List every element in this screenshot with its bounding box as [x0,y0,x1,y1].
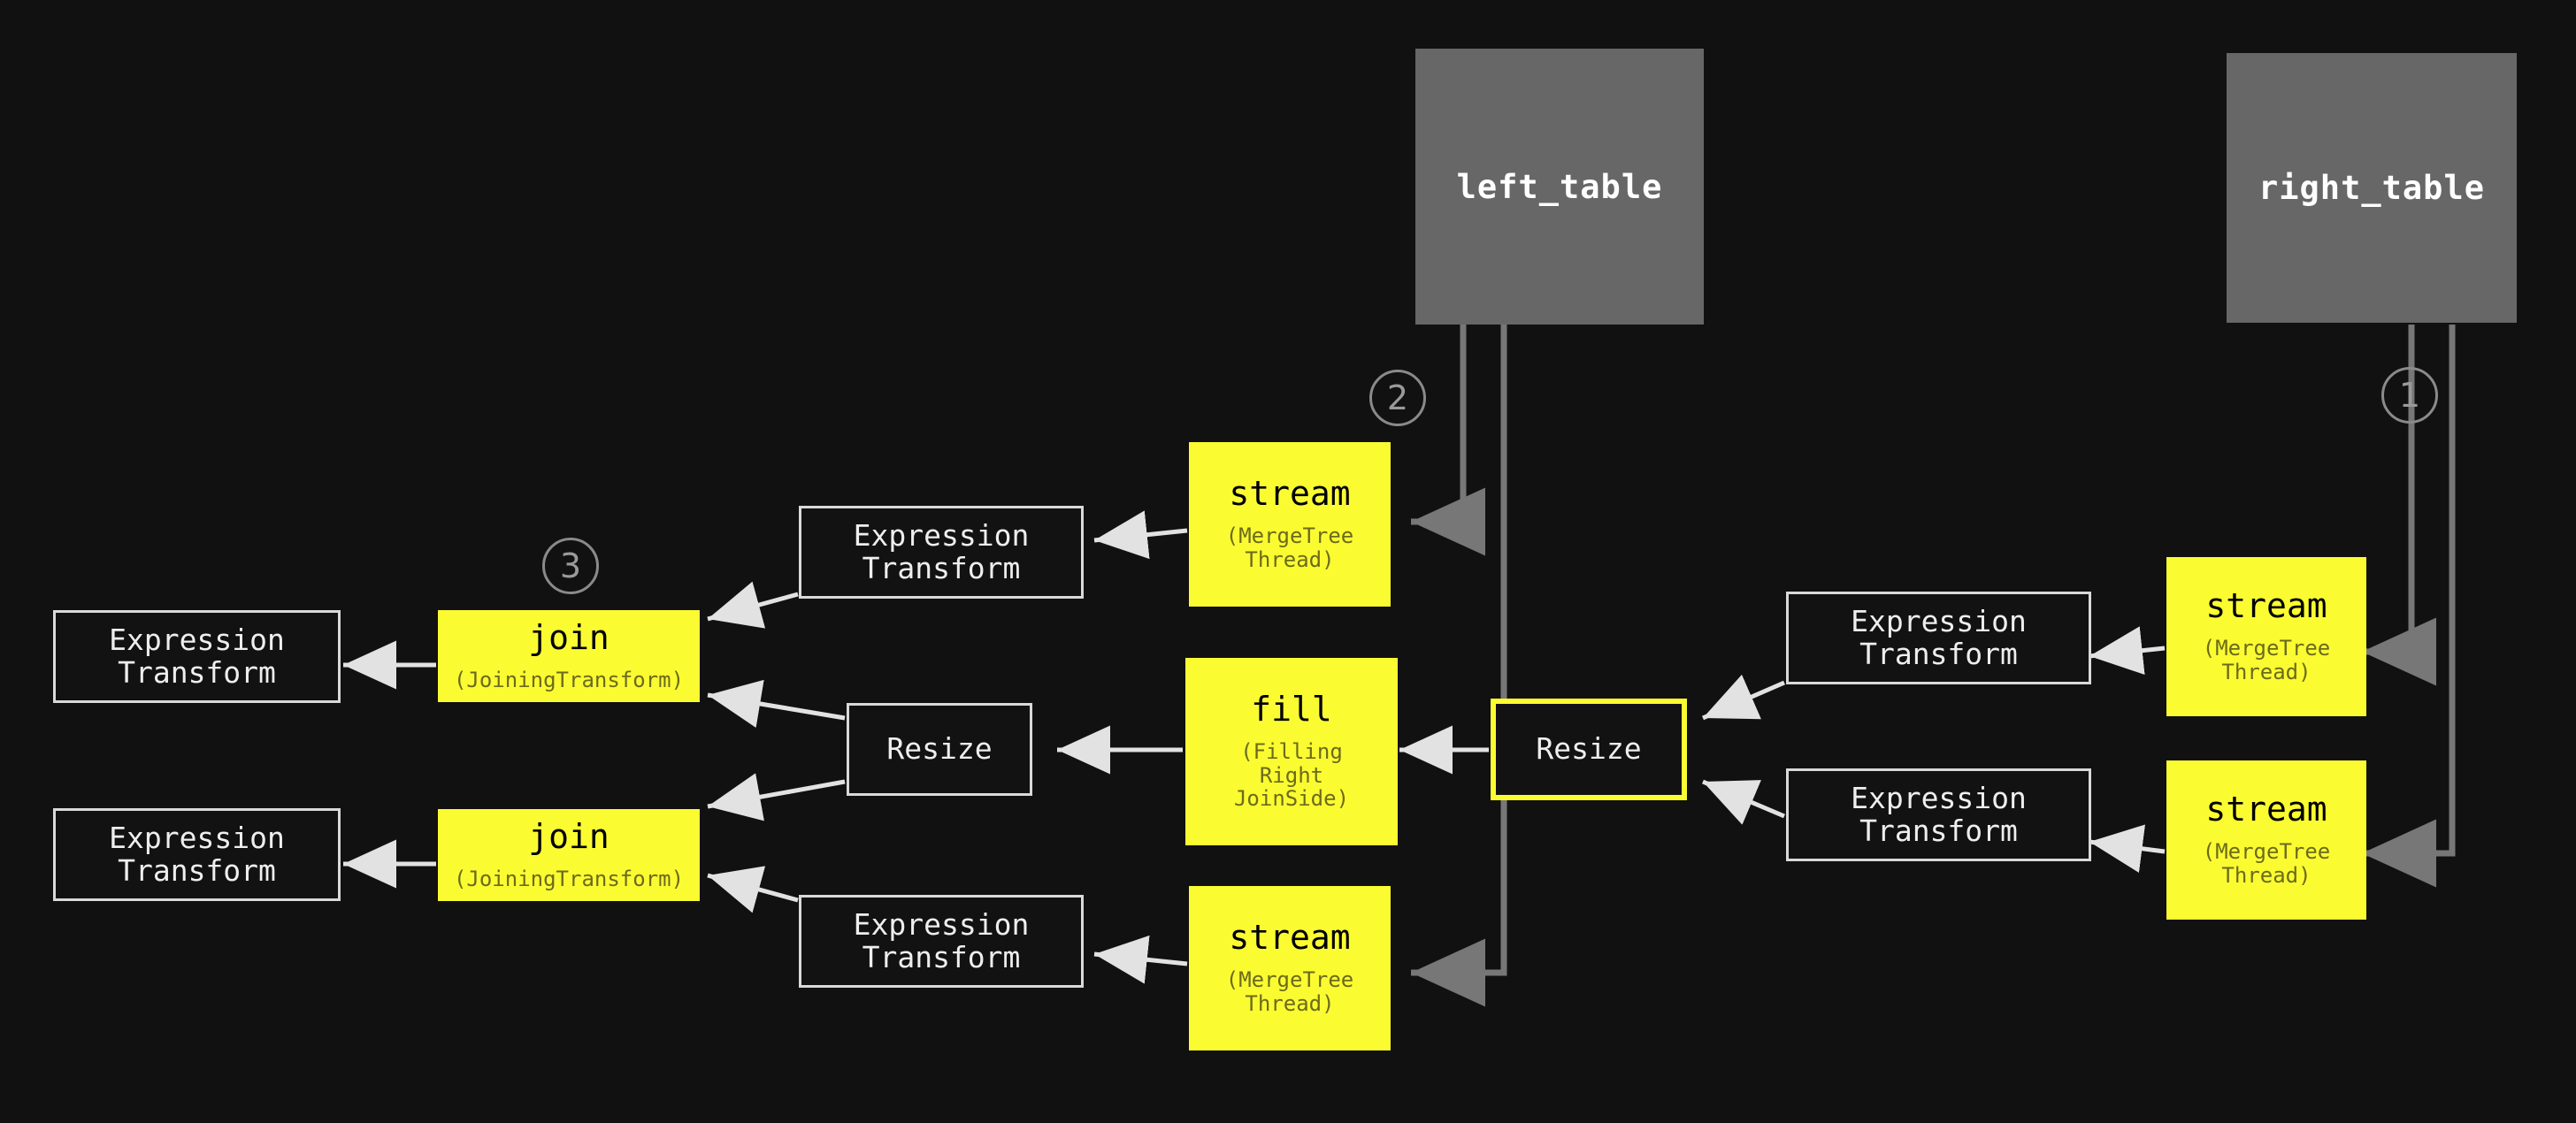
edge-stream-rb-to-expr-rb [2089,824,2166,873]
node-title: stream [2205,790,2327,829]
edge-expr-rb-to-resize-right [1702,779,1785,825]
source-table-right[interactable]: right_table [2227,53,2517,323]
node-subtitle: (MergeTree Thread) [2202,636,2331,684]
node-title: Resize [886,731,993,767]
node-expression-transform-left-top[interactable]: Expression Transform [53,610,341,703]
step-marker-1: 1 [2381,367,2438,424]
node-title: join [528,816,610,856]
node-stream-left-bottom[interactable]: stream (MergeTree Thread) [1189,886,1391,1050]
edge-stream-lt-to-expr-mt [1093,510,1188,560]
edge-expr-mb-to-join-bottom [707,866,799,913]
edge-stream-lb-to-expr-mb [1093,935,1188,984]
node-title: stream [2205,586,2327,626]
node-expression-transform-mid-top[interactable]: Expression Transform [799,506,1084,599]
node-title: Expression Transform [853,906,1030,974]
node-expression-transform-right-top[interactable]: Expression Transform [1786,592,2091,684]
node-fill[interactable]: fill (Filling Right JoinSide) [1185,658,1398,845]
node-expression-transform-mid-bottom[interactable]: Expression Transform [799,895,1084,988]
node-title: Expression Transform [1851,603,2027,671]
source-table-left-label: left_table [1456,167,1663,206]
node-subtitle: (JoiningTransform) [453,667,685,692]
node-join-bottom[interactable]: join (JoiningTransform) [438,809,700,901]
node-title: stream [1229,474,1351,514]
node-stream-left-top[interactable]: stream (MergeTree Thread) [1189,442,1391,607]
node-subtitle: (JoiningTransform) [453,866,685,891]
source-table-left[interactable]: left_table [1415,49,1704,325]
edge-expr-rt-to-resize-right [1702,674,1785,721]
node-title: Expression Transform [109,622,285,690]
edge-resize-center-to-join-bottom [707,773,846,821]
node-title: stream [1229,918,1351,958]
node-resize-right[interactable]: Resize [1491,699,1687,800]
pipeline-diagram: left_table right_table 1 2 3 stream (Mer… [0,0,2576,1123]
edge-stream-rt-to-expr-rt [2089,626,2166,676]
node-stream-right-top[interactable]: stream (MergeTree Thread) [2166,557,2366,716]
node-title: Expression Transform [853,517,1030,585]
node-stream-right-bottom[interactable]: stream (MergeTree Thread) [2166,760,2366,920]
edge-left-table-to-stream-top [1411,325,1485,556]
node-expression-transform-right-bottom[interactable]: Expression Transform [1786,768,2091,861]
step-marker-3: 3 [542,538,599,594]
node-subtitle: (MergeTree Thread) [1225,523,1354,572]
node-subtitle: (MergeTree Thread) [2202,839,2331,888]
node-title: Resize [1536,731,1642,767]
node-title: Expression Transform [1851,780,2027,848]
node-join-top[interactable]: join (JoiningTransform) [438,610,700,702]
edge-resize-center-to-join-top [707,679,846,729]
node-subtitle: (MergeTree Thread) [1225,967,1354,1016]
node-expression-transform-left-bottom[interactable]: Expression Transform [53,808,341,901]
edge-left-table-to-stream-bottom [1411,325,1507,1007]
node-title: fill [1251,689,1332,729]
node-subtitle: (Filling Right JoinSide) [1233,738,1350,812]
edge-expr-mt-to-join-top [707,581,799,629]
step-marker-2: 2 [1369,370,1426,426]
node-resize-center[interactable]: Resize [847,703,1032,796]
node-title: join [528,617,610,657]
node-title: Expression Transform [109,820,285,888]
source-table-right-label: right_table [2258,169,2486,207]
